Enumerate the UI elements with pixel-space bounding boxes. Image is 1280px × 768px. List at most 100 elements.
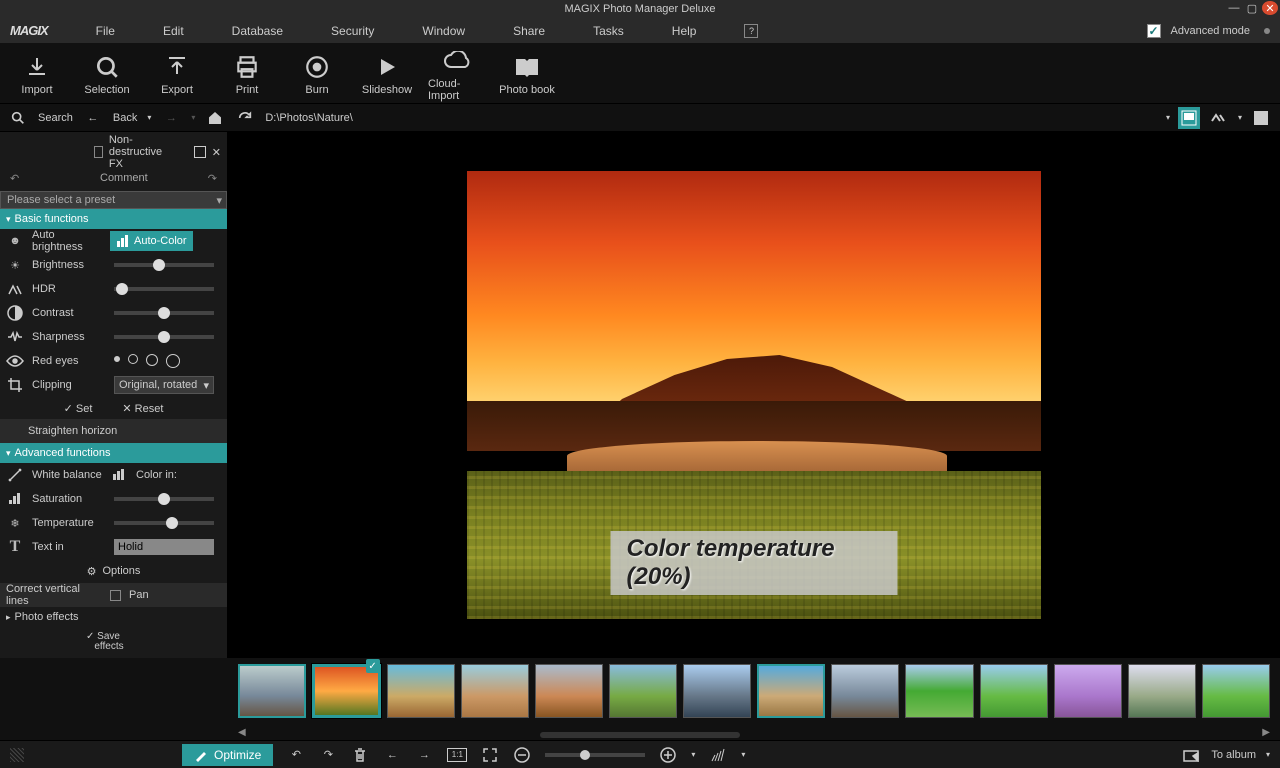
effect-overlay-label: Color temperature (20%) [611, 531, 898, 595]
thumbnail-10[interactable] [905, 664, 973, 718]
optimize-button[interactable]: Optimize [182, 744, 273, 766]
cloud-import-button[interactable]: Cloud-Import [428, 46, 486, 102]
auto-brightness-button[interactable]: Auto brightness [32, 229, 102, 253]
thumbnail-11[interactable] [980, 664, 1048, 718]
export-button[interactable]: Export [148, 46, 206, 102]
maximize-button[interactable]: ▢ [1244, 1, 1260, 15]
close-button[interactable]: ✕ [1262, 1, 1278, 15]
search-icon[interactable] [8, 108, 28, 128]
preset-select[interactable]: Please select a preset [0, 191, 227, 209]
filmstrip-next-icon[interactable]: ▶ [1262, 727, 1270, 738]
basic-functions-header[interactable]: Basic functions [0, 209, 227, 229]
view-grid-button[interactable] [1178, 107, 1200, 129]
white-balance-button[interactable]: White balance [32, 469, 102, 481]
forward-dropdown-icon[interactable]: ▾ [191, 113, 195, 122]
to-album-button[interactable]: To album [1211, 749, 1256, 761]
thumbnail-2[interactable]: ✓ [312, 664, 380, 718]
nav-dropdown-icon[interactable]: ▾ [1166, 113, 1170, 122]
non-destructive-fx-checkbox[interactable] [94, 146, 103, 158]
options-button[interactable]: Options [102, 565, 140, 577]
correct-vertical-lines-button[interactable]: Correct vertical lines [6, 583, 102, 607]
menu-file[interactable]: File [96, 24, 115, 38]
menu-tasks[interactable]: Tasks [593, 24, 624, 38]
prev-button[interactable]: ← [383, 746, 401, 764]
menu-help[interactable]: Help [672, 24, 697, 38]
view-toggle-button[interactable] [1208, 107, 1230, 129]
thumbnail-1[interactable] [238, 664, 306, 718]
pan-checkbox[interactable] [110, 590, 121, 601]
to-album-dropdown-icon[interactable]: ▾ [1266, 750, 1270, 759]
thumbnail-12[interactable] [1054, 664, 1122, 718]
thumbnail-3[interactable] [387, 664, 455, 718]
photobook-button[interactable]: Photo book [498, 46, 556, 102]
import-button[interactable]: Import [8, 46, 66, 102]
fit-screen-button[interactable] [481, 746, 499, 764]
set-button[interactable]: ✓ Set [64, 402, 93, 415]
refresh-icon[interactable] [235, 108, 255, 128]
effects-sparkle-icon[interactable] [709, 746, 727, 764]
clipping-select[interactable]: Original, rotated [114, 376, 214, 394]
red-eyes-size-selector[interactable] [114, 354, 180, 368]
reset-button[interactable]: ✕ Reset [122, 402, 163, 415]
redo-icon[interactable]: ↷ [208, 172, 217, 185]
actual-size-button[interactable]: 1:1 [447, 748, 467, 762]
zoom-slider[interactable] [545, 753, 645, 757]
advanced-functions-header[interactable]: Advanced functions [0, 443, 227, 463]
menu-database[interactable]: Database [232, 24, 283, 38]
undo-icon[interactable]: ↶ [10, 172, 19, 185]
maximize-panel-icon[interactable] [194, 146, 206, 158]
auto-color-button[interactable]: Auto-Color [110, 231, 193, 251]
thumbnail-9[interactable] [831, 664, 899, 718]
saturation-slider[interactable] [114, 497, 214, 501]
menu-edit[interactable]: Edit [163, 24, 184, 38]
selection-button[interactable]: Selection [78, 46, 136, 102]
menu-window[interactable]: Window [422, 24, 465, 38]
next-button[interactable]: → [415, 746, 433, 764]
undo-button[interactable]: ↶ [287, 746, 305, 764]
sharpness-slider[interactable] [114, 335, 214, 339]
thumbnail-5[interactable] [535, 664, 603, 718]
back-dropdown-icon[interactable]: ▾ [147, 113, 151, 122]
save-effects-button[interactable]: ✓ Save effects [0, 628, 227, 658]
back-label[interactable]: Back [113, 112, 137, 124]
filmstrip-scrollbar[interactable] [540, 732, 740, 738]
to-album-icon[interactable] [1183, 746, 1201, 764]
zoom-out-button[interactable] [513, 746, 531, 764]
view-single-button[interactable] [1250, 107, 1272, 129]
thumbnail-8[interactable] [757, 664, 825, 718]
back-arrow-icon[interactable]: ← [83, 108, 103, 128]
delete-button[interactable] [351, 746, 369, 764]
burn-button[interactable]: Burn [288, 46, 346, 102]
minimize-button[interactable]: — [1226, 1, 1242, 15]
effects-dropdown-icon[interactable]: ▾ [741, 750, 745, 759]
home-icon[interactable] [205, 108, 225, 128]
thumbnail-4[interactable] [461, 664, 529, 718]
contrast-slider[interactable] [114, 311, 214, 315]
hdr-slider[interactable] [114, 287, 214, 291]
redo-button[interactable]: ↷ [319, 746, 337, 764]
color-in-label[interactable]: Color in: [136, 469, 177, 481]
view-dropdown-icon[interactable]: ▾ [1238, 113, 1242, 122]
menu-info-icon[interactable]: ? [744, 24, 758, 38]
straighten-horizon-button[interactable]: Straighten horizon [28, 425, 117, 437]
close-panel-icon[interactable]: ✕ [212, 146, 221, 159]
photo-effects-header[interactable]: Photo effects [0, 607, 227, 627]
advanced-mode-checkbox[interactable] [1147, 24, 1161, 38]
thumbnail-6[interactable] [609, 664, 677, 718]
forward-arrow-icon[interactable]: → [161, 108, 181, 128]
slideshow-button[interactable]: Slideshow [358, 46, 416, 102]
text-in-input[interactable] [114, 539, 214, 555]
thumbnail-7[interactable] [683, 664, 751, 718]
menu-share[interactable]: Share [513, 24, 545, 38]
zoom-dropdown-icon[interactable]: ▾ [691, 750, 695, 759]
thumbnail-13[interactable] [1128, 664, 1196, 718]
thumbnail-14[interactable] [1202, 664, 1270, 718]
print-button[interactable]: Print [218, 46, 276, 102]
menu-security[interactable]: Security [331, 24, 374, 38]
temperature-slider[interactable] [114, 521, 214, 525]
zoom-in-button[interactable] [659, 746, 677, 764]
text-in-icon: T [6, 538, 24, 556]
brightness-slider[interactable] [114, 263, 214, 267]
search-label[interactable]: Search [38, 112, 73, 124]
filmstrip-prev-icon[interactable]: ◀ [238, 727, 246, 738]
